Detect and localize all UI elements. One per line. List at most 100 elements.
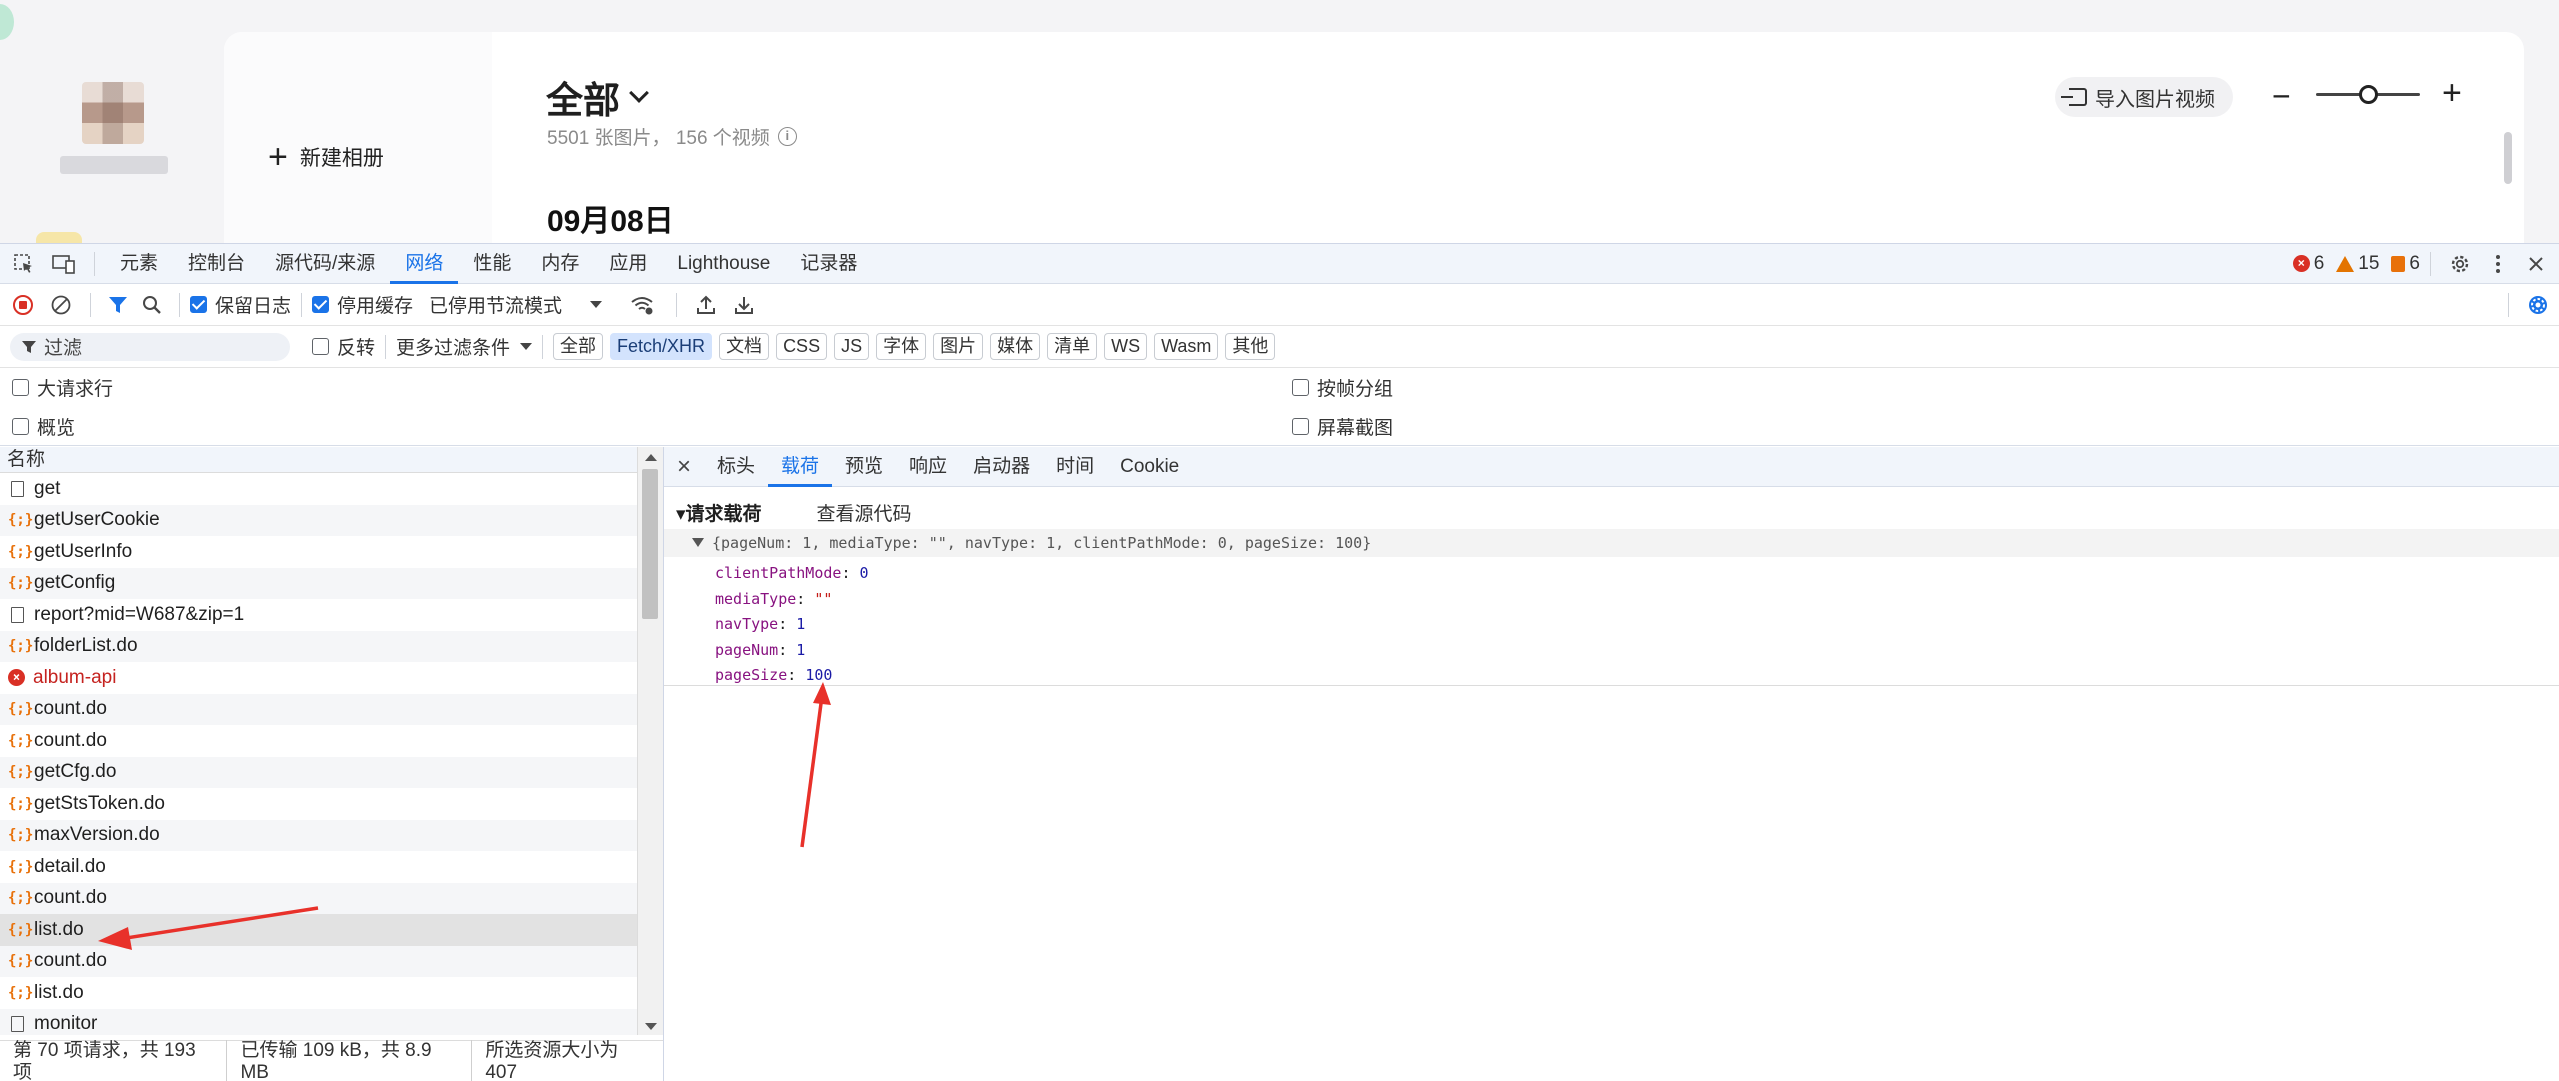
payload-property[interactable]: mediaType: "" — [715, 587, 869, 613]
export-har-icon[interactable] — [725, 295, 763, 315]
zoom-slider[interactable] — [2316, 85, 2420, 104]
clear-icon[interactable] — [42, 294, 80, 316]
zoom-slider-thumb[interactable] — [2359, 85, 2378, 104]
warning-count[interactable]: 15 — [2336, 253, 2379, 275]
detail-tab-0[interactable]: 标头 — [704, 447, 768, 487]
gear-icon[interactable] — [2441, 253, 2479, 275]
request-row[interactable]: {;} list.do — [0, 977, 637, 1009]
type-filter-7[interactable]: 媒体 — [990, 333, 1041, 360]
request-row[interactable]: {;} count.do — [0, 882, 637, 914]
type-filter-2[interactable]: 文档 — [719, 333, 770, 360]
tab-4[interactable]: 性能 — [458, 244, 526, 284]
payload-property[interactable]: clientPathMode: 0 — [715, 561, 869, 587]
request-row[interactable]: × album-api — [0, 662, 637, 694]
avatar[interactable] — [82, 82, 144, 144]
payload-summary[interactable]: {pageNum: 1, mediaType: "", navType: 1, … — [664, 529, 2559, 557]
tab-5[interactable]: 内存 — [526, 244, 594, 284]
tab-8[interactable]: 记录器 — [785, 244, 872, 284]
type-filter-5[interactable]: 字体 — [876, 333, 927, 360]
detail-tab-5[interactable]: 时间 — [1043, 447, 1107, 487]
payload-property[interactable]: navType: 1 — [715, 612, 869, 638]
request-row[interactable]: {;} count.do — [0, 693, 637, 725]
network-conditions-icon[interactable] — [618, 295, 666, 315]
scroll-up-arrow-icon[interactable] — [645, 454, 657, 461]
search-icon[interactable] — [135, 295, 169, 315]
import-har-icon[interactable] — [687, 295, 725, 315]
checkbox-checked[interactable] — [190, 296, 207, 313]
type-filter-8[interactable]: 清单 — [1047, 333, 1098, 360]
request-row[interactable]: {;} list.do — [0, 914, 637, 946]
big-request-rows-checkbox[interactable]: 大请求行 — [12, 374, 113, 401]
type-filter-1[interactable]: Fetch/XHR — [610, 333, 713, 360]
throttling-select[interactable]: 已停用节流模式 — [429, 291, 603, 318]
new-album-button[interactable]: + 新建相册 — [268, 140, 384, 174]
screenshots-checkbox[interactable]: 屏幕截图 — [1292, 413, 1393, 440]
filter-icon[interactable] — [101, 295, 135, 315]
checkbox-unchecked[interactable] — [12, 379, 29, 396]
request-row[interactable]: {;} getStsToken.do — [0, 788, 637, 820]
overview-checkbox[interactable]: 概览 — [12, 413, 75, 440]
request-row[interactable]: {;} getUserCookie — [0, 504, 637, 536]
close-detail-icon[interactable]: × — [664, 453, 704, 481]
detail-tab-2[interactable]: 预览 — [832, 447, 896, 487]
preserve-log-checkbox[interactable]: 保留日志 — [190, 291, 291, 318]
tab-6[interactable]: 应用 — [594, 244, 662, 284]
request-row[interactable]: {;} folderList.do — [0, 630, 637, 662]
record-stop-icon[interactable] — [4, 294, 42, 316]
checkbox-unchecked[interactable] — [12, 417, 29, 435]
type-filter-6[interactable]: 图片 — [933, 333, 984, 360]
filter-input[interactable]: 过滤 — [10, 332, 290, 361]
request-row[interactable]: monitor — [0, 1008, 637, 1035]
scrollbar-thumb[interactable] — [642, 469, 658, 619]
request-row[interactable]: {;} count.do — [0, 725, 637, 757]
zoom-in-button[interactable]: + — [2442, 74, 2462, 113]
tab-3[interactable]: 网络 — [390, 244, 459, 284]
checkbox-unchecked[interactable] — [312, 338, 329, 355]
network-settings-icon[interactable] — [2519, 294, 2557, 316]
detail-tab-1[interactable]: 载荷 — [768, 447, 833, 487]
more-filters-dropdown[interactable]: 更多过滤条件 — [396, 333, 533, 360]
expand-triangle-icon[interactable] — [692, 538, 704, 547]
type-filter-9[interactable]: WS — [1104, 333, 1148, 360]
request-row[interactable]: {;} getUserInfo — [0, 536, 637, 568]
group-by-frame-checkbox[interactable]: 按帧分组 — [1292, 374, 1393, 401]
request-row[interactable]: {;} detail.do — [0, 851, 637, 883]
error-count[interactable]: × 6 — [2292, 253, 2324, 275]
album-title-dropdown[interactable]: 全部 — [546, 70, 649, 124]
type-filter-10[interactable]: Wasm — [1154, 333, 1219, 360]
tab-2[interactable]: 源代码/来源 — [260, 244, 390, 284]
view-source-link[interactable]: 查看源代码 — [817, 499, 912, 526]
request-row[interactable]: {;} maxVersion.do — [0, 819, 637, 851]
device-toolbar-icon[interactable] — [44, 253, 84, 275]
info-icon[interactable]: i — [777, 127, 797, 146]
more-vertical-icon[interactable] — [2479, 254, 2517, 274]
tab-7[interactable]: Lighthouse — [662, 244, 785, 284]
checkbox-checked[interactable] — [312, 296, 330, 313]
import-media-button[interactable]: 导入图片视频 — [2055, 77, 2233, 117]
request-row[interactable]: {;} count.do — [0, 945, 637, 977]
checkbox-unchecked[interactable] — [1292, 379, 1309, 396]
disable-cache-checkbox[interactable]: 停用缓存 — [312, 291, 413, 318]
close-icon[interactable] — [2517, 256, 2555, 272]
detail-tab-4[interactable]: 启动器 — [960, 447, 1043, 487]
payload-property[interactable]: pageNum: 1 — [715, 638, 869, 664]
detail-tab-6[interactable]: Cookie — [1107, 447, 1192, 487]
type-filter-3[interactable]: CSS — [776, 333, 828, 360]
type-filter-11[interactable]: 其他 — [1225, 333, 1276, 360]
request-row[interactable]: {;} getCfg.do — [0, 756, 637, 788]
name-column-header[interactable]: 名称 — [0, 447, 637, 473]
checkbox-unchecked[interactable] — [1292, 417, 1309, 435]
request-payload-title[interactable]: ▾请求载荷 — [676, 499, 762, 526]
issues-count[interactable]: 6 — [2391, 253, 2420, 275]
type-filter-4[interactable]: JS — [834, 333, 870, 360]
request-row[interactable]: report?mid=W687&zip=1 — [0, 599, 637, 631]
tab-1[interactable]: 控制台 — [173, 244, 260, 284]
request-list-scrollbar[interactable] — [637, 447, 663, 1035]
zoom-out-button[interactable]: − — [2272, 78, 2291, 115]
tab-0[interactable]: 元素 — [105, 244, 173, 284]
request-row[interactable]: {;} getConfig — [0, 567, 637, 599]
scroll-down-arrow-icon[interactable] — [645, 1023, 657, 1030]
inspect-element-icon[interactable] — [4, 253, 44, 275]
invert-checkbox[interactable]: 反转 — [312, 333, 375, 360]
detail-tab-3[interactable]: 响应 — [896, 447, 960, 487]
